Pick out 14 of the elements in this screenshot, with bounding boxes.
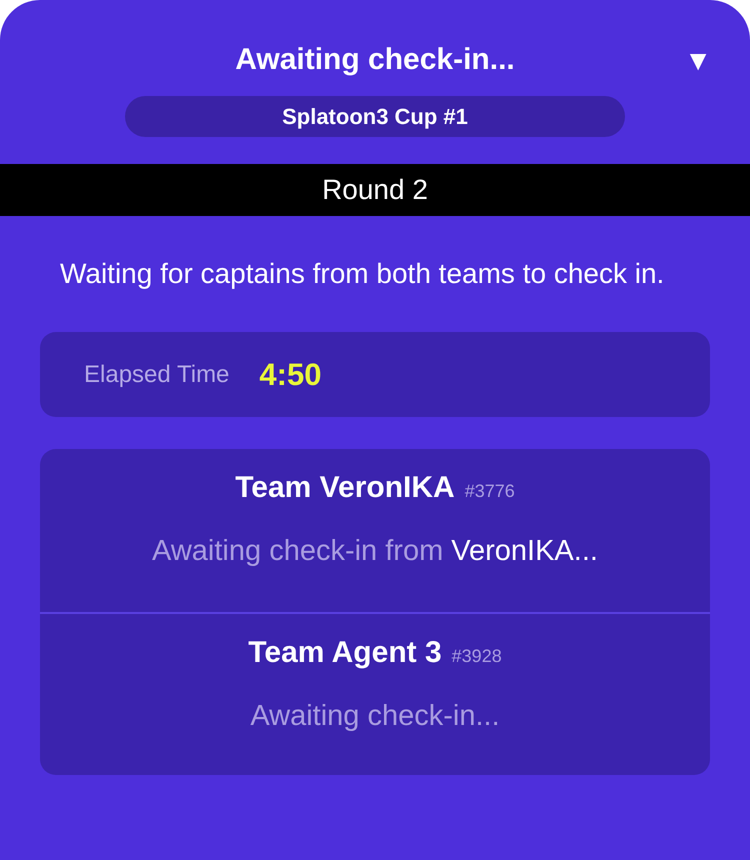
- status-message: Waiting for captains from both teams to check in.: [60, 257, 666, 291]
- team-number: #3776: [464, 481, 515, 502]
- timer-value: 4:50: [259, 356, 322, 392]
- captain-name: VeronIKA...: [451, 535, 598, 568]
- event-name-pill: Splatoon3 Cup #1: [125, 96, 625, 137]
- timer-label: Elapsed Time: [84, 360, 230, 388]
- team-number: #3928: [452, 646, 502, 667]
- round-banner: Round 2: [0, 164, 750, 216]
- team-status: Awaiting check-in from: [152, 535, 444, 568]
- team-name: Team VeronIKA: [235, 471, 455, 505]
- collapse-toggle[interactable]: ▼: [684, 44, 712, 78]
- header-title: Awaiting check-in...: [235, 42, 515, 78]
- team-name: Team Agent 3: [248, 636, 442, 670]
- team-status: Awaiting check-in...: [250, 700, 500, 733]
